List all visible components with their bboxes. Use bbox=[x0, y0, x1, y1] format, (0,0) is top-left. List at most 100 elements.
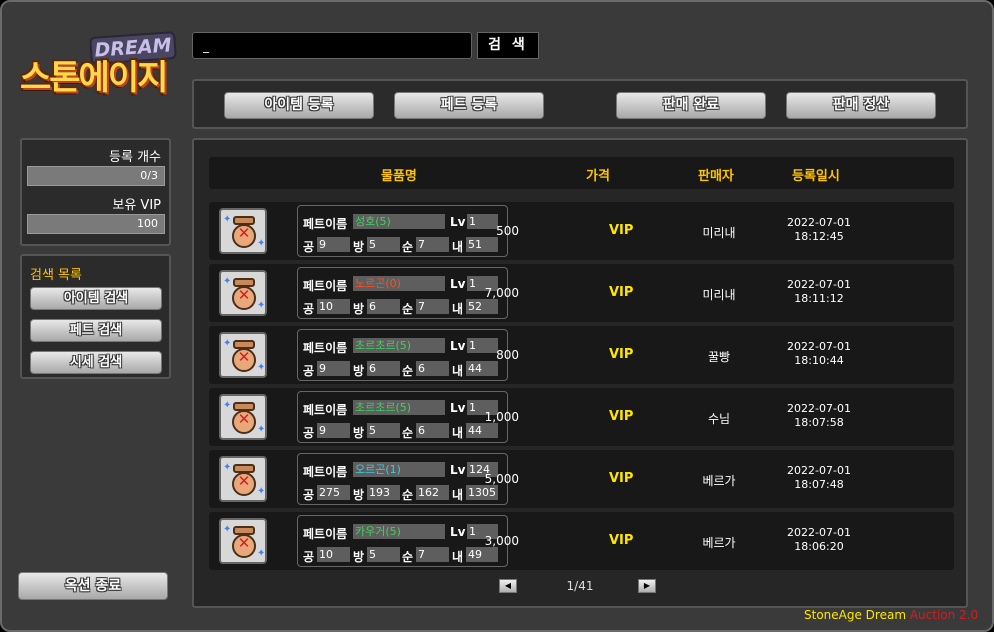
hp-label: 내 bbox=[452, 364, 464, 378]
reg-date: 2022-07-01 bbox=[787, 340, 851, 353]
price-currency: VIP bbox=[609, 223, 634, 238]
header-price: 가격 bbox=[586, 169, 610, 184]
agi-label: 순 bbox=[402, 240, 414, 254]
pet-hp: 1305 bbox=[466, 485, 498, 500]
reg-date: 2022-07-01 bbox=[787, 402, 851, 415]
seller-name: 꿀빵 bbox=[707, 350, 731, 364]
reg-time: 18:07:58 bbox=[794, 416, 844, 429]
agi-label: 순 bbox=[402, 488, 414, 502]
atk-label: 공 bbox=[303, 240, 315, 254]
reg-time: 18:10:44 bbox=[794, 354, 844, 367]
reg-datetime: 2022-07-01 18:10:44 bbox=[779, 340, 859, 368]
table-row[interactable]: ✕ ✦ ✦ 페트이름 초르초르(5) Lv 1 공 9 방 5 순 6 내 44 1,000 VIP 수님 2022… bbox=[209, 388, 954, 446]
listing-panel: 물품명 가격 판매자 등록일시 ✕ ✦ ✦ 페트이름 성호(5) Lv 1 공 9 방 5 순 7 내 51… bbox=[192, 138, 968, 608]
search-button[interactable]: 검 색 bbox=[477, 32, 539, 59]
pet-atk: 275 bbox=[317, 485, 350, 500]
header-item: 물품명 bbox=[381, 169, 417, 184]
price-currency: VIP bbox=[609, 533, 634, 548]
reg-datetime: 2022-07-01 18:06:20 bbox=[779, 526, 859, 554]
name-label: 페트이름 bbox=[303, 279, 348, 293]
price-value: 800 bbox=[496, 348, 519, 362]
pet-def: 6 bbox=[367, 361, 400, 376]
pet-agi: 6 bbox=[416, 361, 449, 376]
pet-agi: 7 bbox=[416, 547, 449, 562]
prev-page-button[interactable]: ◀ bbox=[499, 579, 517, 593]
table-row[interactable]: ✕ ✦ ✦ 페트이름 노르곤(0) Lv 1 공 10 방 6 순 7 내 52 7,000 VIP 미리내 202… bbox=[209, 264, 954, 322]
pet-hp: 51 bbox=[466, 237, 498, 252]
reg-time: 18:11:12 bbox=[794, 292, 844, 305]
pet-atk: 10 bbox=[317, 547, 350, 562]
pet-atk: 9 bbox=[317, 423, 350, 438]
pet-def: 5 bbox=[367, 423, 400, 438]
reg-time: 18:07:48 bbox=[794, 478, 844, 491]
status-panel: 등록 개수 0/3 보유 VIP 100 bbox=[20, 138, 171, 246]
def-label: 방 bbox=[353, 240, 365, 254]
pet-jar-icon[interactable]: ✕ ✦ ✦ bbox=[219, 518, 267, 564]
name-label: 페트이름 bbox=[303, 527, 348, 541]
reg-count-value: 0/3 bbox=[140, 169, 158, 182]
item-search-button[interactable]: 아이템 검색 bbox=[30, 287, 162, 310]
table-row[interactable]: ✕ ✦ ✦ 페트이름 초르초르(5) Lv 1 공 9 방 6 순 6 내 44 800 VIP 꿀빵 2022-0… bbox=[209, 326, 954, 384]
exit-auction-button[interactable]: 옥션 종료 bbox=[18, 572, 168, 600]
reg-datetime: 2022-07-01 18:07:58 bbox=[779, 402, 859, 430]
pet-atk: 9 bbox=[317, 361, 350, 376]
price-value: 1,000 bbox=[484, 410, 519, 424]
hp-label: 내 bbox=[452, 240, 464, 254]
page-indicator: 1/41 bbox=[566, 579, 594, 593]
reg-date: 2022-07-01 bbox=[787, 216, 851, 229]
pet-jar-icon[interactable]: ✕ ✦ ✦ bbox=[219, 394, 267, 440]
pet-jar-icon[interactable]: ✕ ✦ ✦ bbox=[219, 456, 267, 502]
sale-complete-button[interactable]: 판매 완료 bbox=[616, 92, 766, 119]
reg-date: 2022-07-01 bbox=[787, 278, 851, 291]
sale-settle-button[interactable]: 판매 정산 bbox=[786, 92, 936, 119]
seller-name: 베르가 bbox=[702, 536, 736, 550]
search-input[interactable] bbox=[192, 32, 472, 59]
pet-agi: 7 bbox=[416, 237, 449, 252]
pet-def: 193 bbox=[367, 485, 400, 500]
table-row[interactable]: ✕ ✦ ✦ 페트이름 성호(5) Lv 1 공 9 방 5 순 7 내 51 500 VIP 미리내 2022-07… bbox=[209, 202, 954, 260]
hp-label: 내 bbox=[452, 426, 464, 440]
name-label: 페트이름 bbox=[303, 217, 348, 231]
price-currency: VIP bbox=[609, 347, 634, 362]
pet-register-button[interactable]: 페트 등록 bbox=[394, 92, 544, 119]
pet-agi: 6 bbox=[416, 423, 449, 438]
pet-jar-icon[interactable]: ✕ ✦ ✦ bbox=[219, 208, 267, 254]
atk-label: 공 bbox=[303, 550, 315, 564]
def-label: 방 bbox=[353, 488, 365, 502]
name-label: 페트이름 bbox=[303, 465, 348, 479]
search-menu: 검색 목록 아이템 검색 페트 검색 시세 검색 bbox=[20, 254, 171, 379]
pet-jar-icon[interactable]: ✕ ✦ ✦ bbox=[219, 332, 267, 378]
atk-label: 공 bbox=[303, 302, 315, 316]
vip-label: 보유 VIP bbox=[112, 198, 161, 213]
pet-hp: 49 bbox=[466, 547, 498, 562]
price-search-button[interactable]: 시세 검색 bbox=[30, 351, 162, 374]
def-label: 방 bbox=[353, 302, 365, 316]
pet-def: 5 bbox=[367, 547, 400, 562]
price-value: 3,000 bbox=[484, 534, 519, 548]
item-register-button[interactable]: 아이템 등록 bbox=[224, 92, 374, 119]
def-label: 방 bbox=[353, 426, 365, 440]
def-label: 방 bbox=[353, 550, 365, 564]
name-label: 페트이름 bbox=[303, 403, 348, 417]
next-page-button[interactable]: ▶ bbox=[638, 579, 656, 593]
seller-name: 베르가 bbox=[702, 474, 736, 488]
brand-name: StoneAge Dream bbox=[804, 608, 907, 622]
table-row[interactable]: ✕ ✦ ✦ 페트이름 오르곤(1) Lv 124 공 275 방 193 순 162 내 1305 5,000… bbox=[209, 450, 954, 508]
reg-datetime: 2022-07-01 18:07:48 bbox=[779, 464, 859, 492]
logo-title: 스톤에이지 bbox=[20, 58, 168, 98]
pet-agi: 7 bbox=[416, 299, 449, 314]
brand-footer: StoneAge Dream Auction 2.0 bbox=[804, 608, 978, 622]
pet-search-button[interactable]: 페트 검색 bbox=[30, 319, 162, 342]
hp-label: 내 bbox=[452, 488, 464, 502]
reg-datetime: 2022-07-01 18:11:12 bbox=[779, 278, 859, 306]
price-value: 500 bbox=[496, 224, 519, 238]
pet-def: 5 bbox=[367, 237, 400, 252]
table-row[interactable]: ✕ ✦ ✦ 페트이름 카우거(5) Lv 1 공 10 방 5 순 7 내 49 3,000 VIP 베르가 202… bbox=[209, 512, 954, 570]
reg-datetime: 2022-07-01 18:12:45 bbox=[779, 216, 859, 244]
reg-time: 18:12:45 bbox=[794, 230, 844, 243]
name-label: 페트이름 bbox=[303, 341, 348, 355]
atk-label: 공 bbox=[303, 364, 315, 378]
pet-jar-icon[interactable]: ✕ ✦ ✦ bbox=[219, 270, 267, 316]
vip-value: 100 bbox=[137, 217, 158, 230]
pet-atk: 9 bbox=[317, 237, 350, 252]
